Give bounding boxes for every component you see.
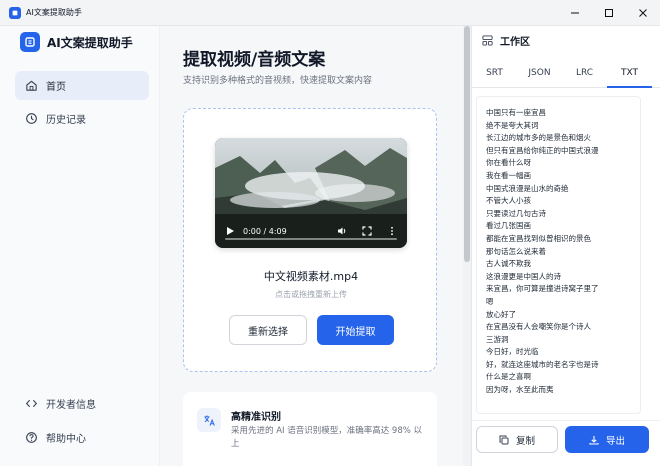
transcript-line: 好，就连这座城市的老名字也是诗 xyxy=(486,359,599,369)
transcript-line: 只要读过几句古诗 xyxy=(486,208,546,218)
transcript-line: 中国式浪漫是山水的奇绝 xyxy=(486,183,569,193)
transcript-line: 长江边的城市多的是景色和烟火 xyxy=(486,133,591,143)
app-icon xyxy=(9,6,21,19)
brand: AI文案提取助手 xyxy=(20,32,133,52)
upload-hint: 点击或拖拽重新上传 xyxy=(275,290,347,299)
panel-header: 工作区 xyxy=(482,33,530,48)
transcript-line: 今日好，时光临 xyxy=(486,347,539,357)
video-player[interactable]: 0:00 / 4:09 xyxy=(215,138,407,248)
sidebar-item-label: 历史记录 xyxy=(46,115,86,126)
panel-title: 工作区 xyxy=(500,37,530,48)
export-icon xyxy=(589,435,599,445)
code-icon xyxy=(25,399,38,408)
transcript-line: 但只有宜昌给你纯正的中国式浪漫 xyxy=(486,145,599,155)
transcript-line: 这浪漫更是中国人的诗 xyxy=(486,271,561,281)
help-icon xyxy=(26,432,37,443)
tab-srt[interactable]: SRT xyxy=(472,62,517,88)
tab-txt[interactable]: TXT xyxy=(607,62,652,88)
sidebar-item-label: 帮助中心 xyxy=(46,434,86,445)
transcript-line: 不管大人小孩 xyxy=(486,196,531,206)
page-subtitle: 支持识别多种格式的音视频，快速提取文案内容 xyxy=(183,76,373,86)
transcript-line: 什么是之喜啊 xyxy=(486,372,531,382)
more-options-icon[interactable] xyxy=(387,226,397,236)
transcript-line: 古人诚不欺我 xyxy=(486,259,531,269)
main-scrollbar[interactable] xyxy=(463,26,471,466)
transcript-line: 嗯 xyxy=(486,296,494,306)
brand-logo-icon xyxy=(20,32,40,52)
tab-lrc[interactable]: LRC xyxy=(562,62,607,88)
copy-button[interactable]: 复制 xyxy=(476,426,558,453)
file-name: 中文视频素材.mp4 xyxy=(263,270,359,283)
sidebar: AI文案提取助手 首页 历史记录 开发者信息 帮助中心 xyxy=(0,26,160,466)
panel-scrollbar[interactable] xyxy=(644,96,650,414)
copy-label: 复制 xyxy=(515,435,535,447)
video-controls: 0:00 / 4:09 xyxy=(215,214,407,248)
format-tabs: SRT JSON LRC TXT xyxy=(472,62,660,88)
sidebar-item-label: 首页 xyxy=(46,82,66,93)
transcript-lines: 中国只有一座宜昌 绝不是夸大其词长江边的城市多的是景色和烟火 但只有宜昌给你纯正的中… xyxy=(486,107,599,397)
start-extract-button[interactable]: 开始提取 xyxy=(317,315,394,345)
transcript-line: 你在看什么呀 xyxy=(486,158,531,168)
export-button[interactable]: 导出 xyxy=(565,426,649,453)
export-label: 导出 xyxy=(605,435,625,447)
transcript-line: 那句话怎么说来着 xyxy=(486,246,546,256)
transcript-line: 三游洞 xyxy=(486,334,509,344)
page-title: 提取视频/音频文案 xyxy=(183,50,326,70)
transcript-line: 我在看一幅画 xyxy=(486,170,531,180)
brand-name: AI文案提取助手 xyxy=(47,35,133,50)
transcript-line: 因为呀，水至此而夷 xyxy=(486,385,554,395)
transcript-line: 都能在宜昌找到似曾相识的景色 xyxy=(486,233,591,243)
minimize-button[interactable] xyxy=(558,0,592,26)
feature-card: 高精准识别 采用先进的 AI 语音识别模型，准确率高达 98% 以上 xyxy=(183,392,437,466)
sidebar-item-home[interactable]: 首页 xyxy=(15,71,149,100)
layout-icon xyxy=(482,35,493,46)
sidebar-item-label: 开发者信息 xyxy=(46,400,96,411)
reselect-button[interactable]: 重新选择 xyxy=(229,315,307,345)
feature-title: 高精准识别 xyxy=(231,412,281,423)
panel-footer: 复制 导出 xyxy=(472,420,660,466)
play-icon[interactable] xyxy=(225,226,235,236)
transcript-text-area[interactable]: 中国只有一座宜昌 绝不是夸大其词长江边的城市多的是景色和烟火 但只有宜昌给你纯正的中… xyxy=(476,96,641,414)
maximize-icon xyxy=(605,9,613,17)
volume-icon[interactable] xyxy=(337,226,347,236)
copy-icon xyxy=(499,435,509,444)
minimize-icon xyxy=(571,12,579,14)
maximize-button[interactable] xyxy=(592,0,626,26)
close-icon xyxy=(639,9,647,17)
window-title: AI文案提取助手 xyxy=(26,8,82,17)
translate-icon xyxy=(197,408,221,432)
close-button[interactable] xyxy=(626,0,660,26)
home-icon xyxy=(26,80,37,91)
title-bar: AI文案提取助手 xyxy=(0,0,660,26)
transcript-line: 绝不是夸大其词 xyxy=(486,120,539,130)
fullscreen-icon[interactable] xyxy=(362,226,372,236)
sidebar-item-help[interactable]: 帮助中心 xyxy=(15,423,149,452)
sidebar-item-developer[interactable]: 开发者信息 xyxy=(15,389,149,418)
clock-icon xyxy=(26,113,37,124)
upload-dropzone[interactable]: 0:00 / 4:09 中文视频素材.mp4 点击或拖拽重新上传 重新选择 开始… xyxy=(183,108,437,372)
feature-description: 采用先进的 AI 语音识别模型，准确率高达 98% 以上 xyxy=(231,426,423,449)
video-progress-bar[interactable] xyxy=(225,238,397,240)
workspace-panel: 工作区 SRT JSON LRC TXT 中国只有一座宜昌 绝不是夸大其词长江边的… xyxy=(471,26,660,466)
scrollbar-thumb[interactable] xyxy=(464,26,470,262)
transcript-line: 在宜昌没有人会嘲笑你是个诗人 xyxy=(486,322,591,332)
transcript-line: 放心好了 xyxy=(486,309,516,319)
sidebar-item-history[interactable]: 历史记录 xyxy=(15,104,149,133)
transcript-line: 看过几张国画 xyxy=(486,221,531,231)
main-content: 提取视频/音频文案 支持识别多种格式的音视频，快速提取文案内容 0:00 / 4… xyxy=(160,26,463,466)
video-time: 0:00 / 4:09 xyxy=(243,226,287,236)
transcript-line: 中国只有一座宜昌 xyxy=(486,108,546,117)
tab-json[interactable]: JSON xyxy=(517,62,562,88)
transcript-line: 来宜昌，你可算是撞进诗窝子里了 xyxy=(486,284,599,294)
